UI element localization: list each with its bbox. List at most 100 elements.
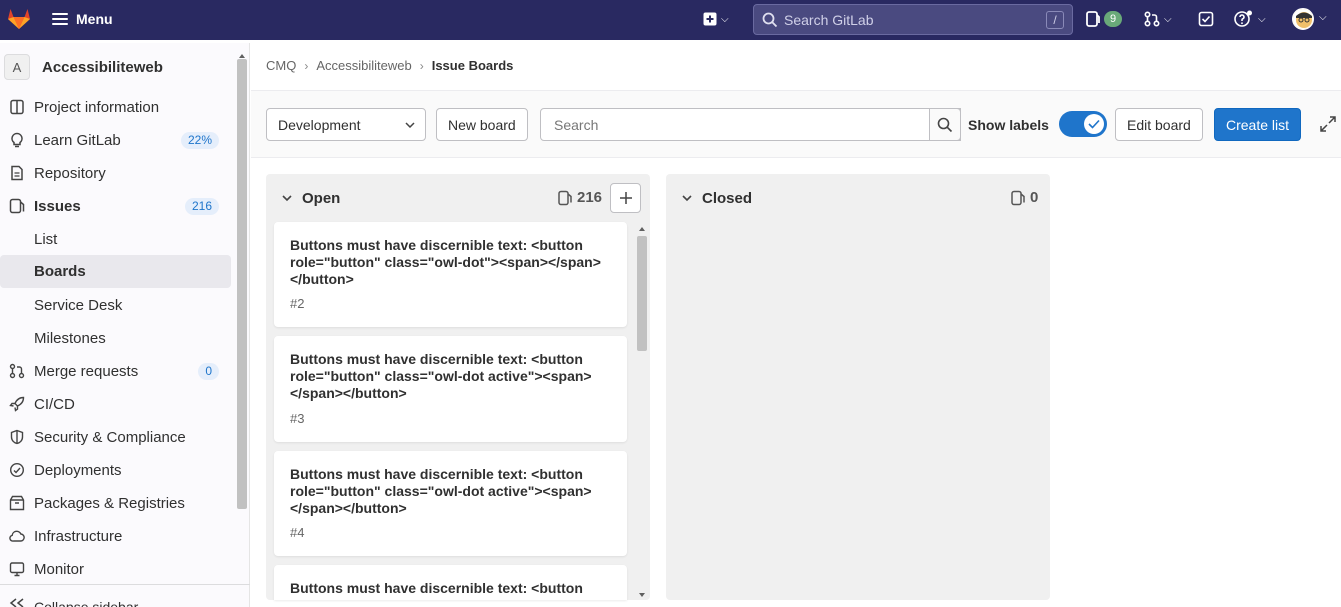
list-issue-count: 216 [558, 189, 602, 206]
list-header: Open 216 [266, 174, 650, 222]
chevron-down-icon: ⌵ [1258, 13, 1266, 25]
show-labels-label: Show labels [968, 117, 1049, 133]
sidebar-item-label: Security & Compliance [34, 428, 186, 446]
issues-icon [1086, 11, 1100, 27]
board-select-dropdown[interactable]: Development [266, 108, 426, 141]
sidebar-item-label: Issues [34, 197, 81, 215]
scroll-up-arrow-icon[interactable] [239, 54, 245, 58]
sidebar-item-ci-cd[interactable]: CI/CD [0, 388, 231, 420]
breadcrumb-item-group[interactable]: CMQ [266, 58, 296, 73]
global-search-input[interactable]: Search GitLab / [753, 4, 1073, 35]
sidebar-scrollbar[interactable] [236, 51, 248, 515]
chevron-down-icon[interactable] [681, 192, 693, 204]
list-scrollbar[interactable] [636, 224, 648, 600]
menu-button[interactable]: Menu [52, 8, 113, 30]
scroll-down-arrow-icon[interactable] [639, 593, 645, 597]
merge-requests-shortcut-button[interactable]: ⌵ [1144, 8, 1172, 30]
issue-card[interactable]: Buttons must have discernible text: <but… [274, 222, 627, 327]
scrollbar-thumb[interactable] [637, 236, 647, 351]
help-button[interactable]: ⌵ [1234, 8, 1266, 30]
issue-card[interactable]: Buttons must have discernible text: <but… [274, 565, 627, 600]
gitlab-logo-icon[interactable] [6, 5, 32, 31]
list-issue-count: 0 [1011, 189, 1038, 206]
sidebar-item-milestones[interactable]: Milestones [0, 322, 231, 354]
merge-request-icon [9, 363, 25, 379]
issues-icon [558, 190, 572, 205]
sidebar-item-boards[interactable]: Boards [0, 255, 231, 288]
sidebar-item-learn-gitlab[interactable]: Learn GitLab 22% [0, 124, 231, 156]
issues-count-badge: 216 [184, 198, 219, 215]
sidebar-item-project-information[interactable]: Project information [0, 91, 231, 123]
sidebar-item-issues[interactable]: Issues 216 [0, 190, 231, 222]
search-shortcut-key: / [1046, 11, 1064, 29]
edit-board-label: Edit board [1127, 116, 1191, 133]
new-board-label: New board [448, 116, 516, 133]
user-avatar[interactable] [1292, 8, 1314, 30]
sidebar-item-label: Repository [34, 164, 106, 182]
plus-square-icon [703, 12, 717, 26]
sidebar-item-label: Boards [34, 263, 86, 280]
lightbulb-icon [11, 132, 23, 148]
breadcrumb-item-current[interactable]: Issue Boards [432, 58, 514, 73]
add-issue-button[interactable] [610, 183, 641, 213]
issue-card[interactable]: Buttons must have discernible text: <but… [274, 336, 627, 442]
issue-card[interactable]: Buttons must have discernible text: <but… [274, 451, 627, 556]
board-search-button[interactable] [929, 108, 961, 141]
list-count-value: 216 [577, 189, 603, 206]
issues-count-badge: 9 [1104, 11, 1123, 27]
sidebar-item-security-compliance[interactable]: Security & Compliance [0, 421, 231, 453]
sidebar-item-label: Monitor [34, 560, 85, 578]
list-title: Open [302, 190, 341, 207]
sidebar-item-label: List [34, 230, 58, 248]
expand-icon[interactable] [1319, 115, 1337, 133]
search-placeholder: Search GitLab [784, 11, 874, 28]
issue-card-title[interactable]: Buttons must have discernible text: <but… [290, 351, 615, 402]
user-avatar-icon [1293, 9, 1313, 29]
sidebar-item-label: Deployments [34, 461, 122, 479]
sidebar-item-issues-list[interactable]: List [0, 223, 231, 255]
show-labels-toggle[interactable] [1059, 111, 1107, 137]
issues-shortcut-button[interactable]: 9 [1086, 8, 1123, 30]
board-list-closed: Closed 0 [666, 174, 1050, 600]
sidebar-item-service-desk[interactable]: Service Desk [0, 289, 231, 321]
new-board-button[interactable]: New board [436, 108, 528, 141]
issue-card-title[interactable]: Buttons must have discernible text: <but… [290, 466, 615, 517]
scroll-up-arrow-icon[interactable] [639, 227, 645, 231]
create-new-button[interactable]: ⌵ [703, 8, 729, 30]
issue-card-number: #2 [290, 296, 305, 311]
issue-card-title[interactable]: Buttons must have discernible text: <but… [290, 237, 615, 288]
collapse-sidebar-button[interactable]: Collapse sidebar [0, 584, 250, 607]
sidebar-item-monitor[interactable]: Monitor [0, 553, 231, 585]
sidebar-item-infrastructure[interactable]: Infrastructure [0, 520, 231, 552]
todos-button[interactable] [1198, 8, 1214, 30]
sidebar-item-label: Infrastructure [34, 527, 123, 545]
list-title: Closed [702, 190, 753, 207]
shield-icon [10, 429, 24, 445]
sidebar-item-repository[interactable]: Repository [0, 157, 231, 189]
cloud-icon [9, 530, 25, 542]
sidebar-item-label: Merge requests [34, 362, 139, 380]
list-count-value: 0 [1030, 189, 1039, 206]
sidebar-item-merge-requests[interactable]: Merge requests 0 [0, 355, 231, 387]
create-list-button[interactable]: Create list [1214, 108, 1302, 141]
breadcrumb-item-project[interactable]: Accessibiliteweb [316, 58, 411, 73]
project-header[interactable]: A Accessibiliteweb [0, 51, 235, 83]
chevron-down-icon[interactable]: ⌵ [1319, 12, 1327, 23]
document-icon [11, 165, 23, 181]
chevron-down-icon[interactable] [281, 192, 293, 204]
project-sidebar: A Accessibiliteweb Project information L… [0, 43, 250, 607]
edit-board-button[interactable]: Edit board [1115, 108, 1203, 141]
issue-card-title[interactable]: Buttons must have discernible text: <but… [290, 580, 615, 597]
scrollbar-thumb[interactable] [237, 59, 247, 509]
toggle-knob [1084, 114, 1104, 134]
issue-card-number: #3 [290, 411, 305, 426]
search-icon [937, 117, 953, 132]
help-icon [1234, 10, 1252, 27]
issues-icon [1011, 190, 1025, 205]
top-bar: Menu ⌵ Search GitLab / 9 ⌵ ⌵ ⌵ [0, 0, 1341, 40]
sidebar-item-deployments[interactable]: Deployments [0, 454, 231, 486]
board-search-input[interactable]: Search [540, 108, 961, 141]
sidebar-item-packages-registries[interactable]: Packages & Registries [0, 487, 231, 519]
sidebar-item-label: Milestones [34, 329, 106, 347]
sidebar-item-label: Learn GitLab [34, 131, 121, 149]
